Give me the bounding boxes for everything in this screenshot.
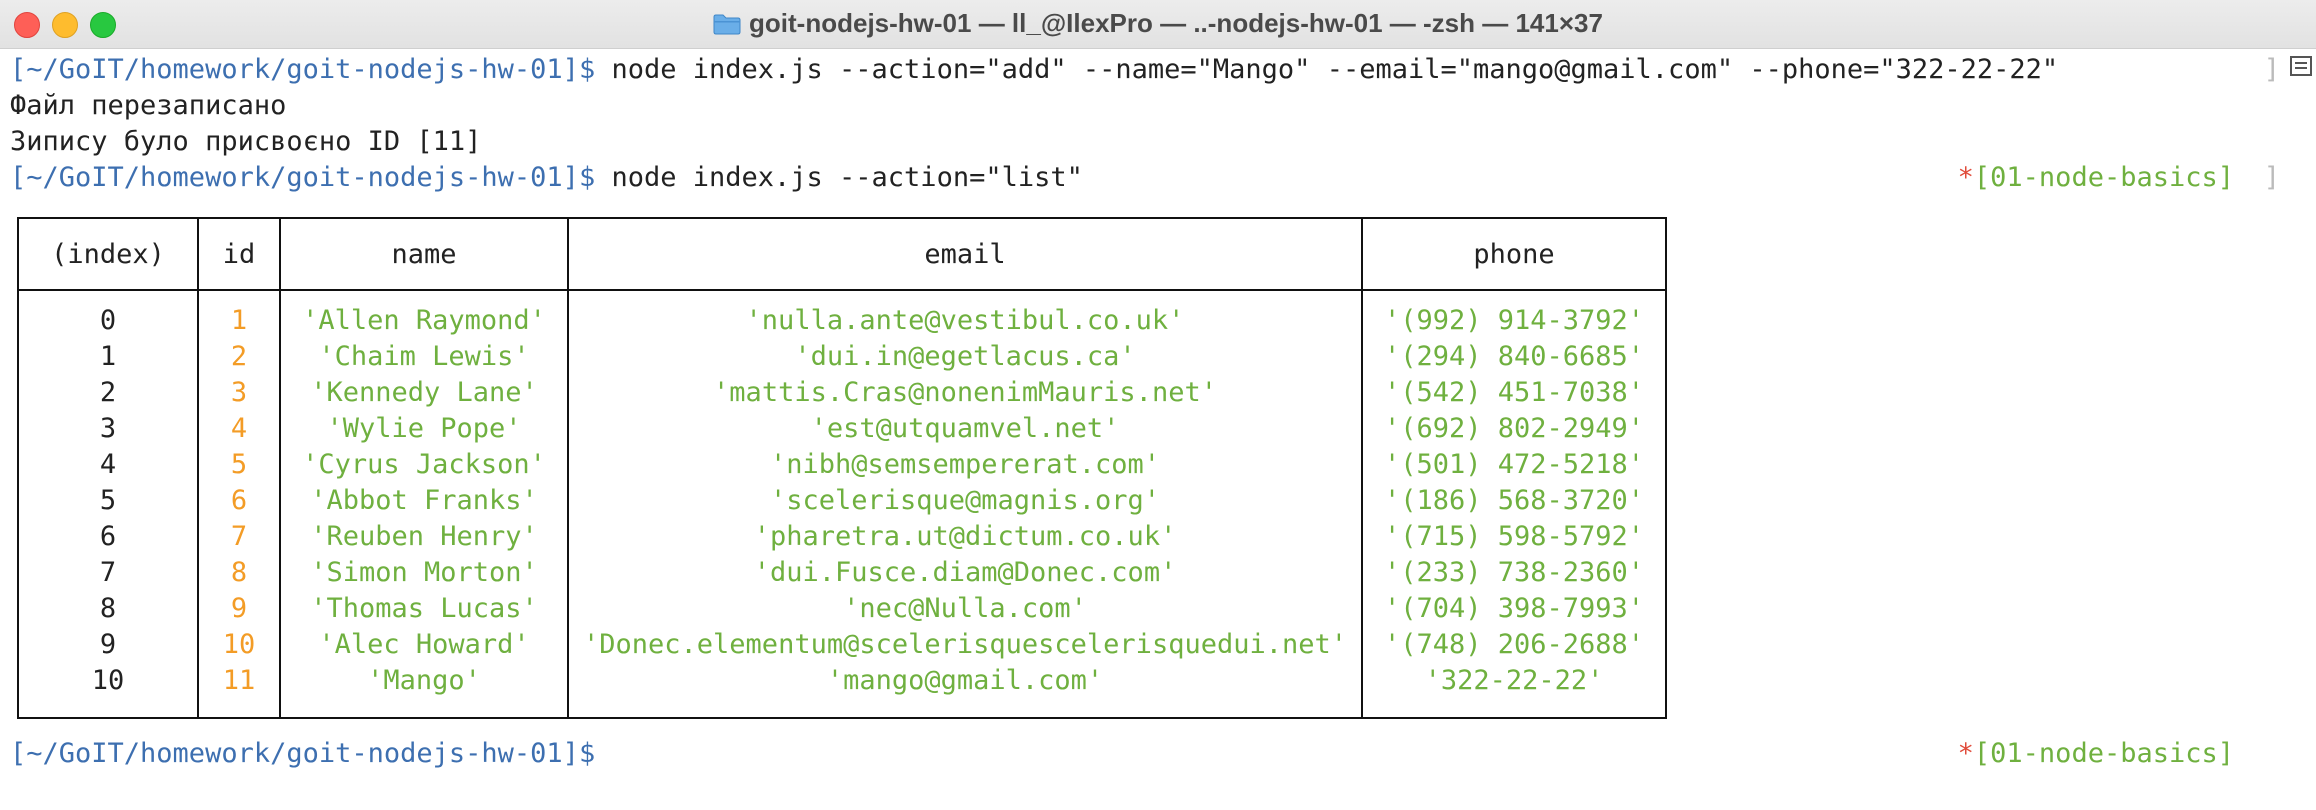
table-row: 5 6 'Abbot Franks''scelerisque@magnis.org'… [17,483,1668,519]
column-header-id: id [197,218,281,291]
terminal-line-command-add: [~/GoIT/homework/goit-nodejs-hw-01]$ nod… [10,52,2058,88]
cell-name: 'Cyrus Jackson' [279,447,569,483]
window-title: goit-nodejs-hw-01 — ll_@IlexPro — ..-nod… [0,8,2316,39]
table-body: 0 1 'Allen Raymond''nulla.ante@vestibul.co… [17,290,1668,718]
cell-id: 2 [197,339,281,375]
column-header-index: (index) [17,218,199,291]
table-row: 1 2 'Chaim Lewis''dui.in@egetlacus.ca' '(29… [17,339,1668,375]
branch-name: [01-node-basics] [1973,738,2234,769]
right-margin-bracket: ] [2263,162,2280,193]
cell-index: 2 [17,375,199,411]
cell-phone: '(501) 472-5218' [1361,447,1668,483]
cell-name: 'Abbot Franks' [279,483,569,519]
cell-phone: '(186) 568-3720' [1361,483,1668,519]
cell-index: 1 [17,339,199,375]
cell-index: 6 [17,519,199,555]
table-row: 6 7 'Reuben Henry''pharetra.ut@dictum.co.u… [17,519,1668,555]
folder-icon [713,14,741,35]
cell-name: 'Kennedy Lane' [279,375,569,411]
cell-id: 9 [197,591,281,627]
terminal-window: goit-nodejs-hw-01 — ll_@IlexPro — ..-nod… [0,0,2316,810]
column-header-phone: phone [1361,218,1668,291]
table-row: 3 4 'Wylie Pope''est@utquamvel.net' '(692) … [17,411,1668,447]
cell-email: 'dui.Fusce.diam@Donec.com' [566,555,1364,591]
cell-id: 11 [197,663,281,718]
cell-name: 'Alec Howard' [279,627,569,663]
git-branch-indicator: *[01-node-basics] [1958,736,2234,772]
column-header-email: email [566,218,1364,291]
branch-name: [01-node-basics] [1973,162,2234,193]
cell-phone: '(704) 398-7993' [1361,591,1668,627]
cell-id: 3 [197,375,281,411]
terminal-line-command-list: [~/GoIT/homework/goit-nodejs-hw-01]$ nod… [10,160,1083,196]
cell-phone: '(992) 914-3792' [1361,290,1668,339]
cell-phone: '322-22-22' [1361,663,1668,718]
cell-name: 'Simon Morton' [279,555,569,591]
cell-email: 'nec@Nulla.com' [566,591,1364,627]
cell-phone: '(542) 451-7038' [1361,375,1668,411]
cell-name: 'Mango' [279,663,569,718]
cell-index: 10 [17,663,199,718]
title-bar[interactable]: goit-nodejs-hw-01 — ll_@IlexPro — ..-nod… [0,0,2316,49]
command-text: node index.js --action="list" [595,162,1083,193]
command-text: node index.js --action="add" --name="Man… [595,54,2059,85]
cell-name: 'Reuben Henry' [279,519,569,555]
cell-index: 5 [17,483,199,519]
cell-email: 'nulla.ante@vestibul.co.uk' [566,290,1364,339]
branch-dirty-marker: * [1957,738,1974,769]
cell-phone: '(294) 840-6685' [1361,339,1668,375]
cell-index: 9 [17,627,199,663]
table-row: 10 11 'Mango''mango@gmail.com' '322-22-22' [17,663,1668,718]
cell-id: 5 [197,447,281,483]
cell-index: 8 [17,591,199,627]
cell-id: 8 [197,555,281,591]
branch-dirty-marker: * [1957,162,1974,193]
cell-email: 'nibh@semsempererat.com' [566,447,1364,483]
table-row: 4 5 'Cyrus Jackson''nibh@semsempererat.com… [17,447,1668,483]
output-line: Файл перезаписано [10,90,287,121]
cell-name: 'Wylie Pope' [279,411,569,447]
cell-email: 'mattis.Cras@nonenimMauris.net' [566,375,1364,411]
cell-email: 'mango@gmail.com' [566,663,1364,718]
table-row: 7 8 'Simon Morton''dui.Fusce.diam@Donec.co… [17,555,1668,591]
cell-id: 4 [197,411,281,447]
table-row: 0 1 'Allen Raymond''nulla.ante@vestibul.co… [17,290,1668,339]
right-margin-bracket: ] [2263,54,2280,85]
cell-email: 'pharetra.ut@dictum.co.uk' [566,519,1364,555]
cell-id: 6 [197,483,281,519]
cell-id: 1 [197,290,281,339]
cell-phone: '(233) 738-2360' [1361,555,1668,591]
cell-phone: '(715) 598-5792' [1361,519,1668,555]
terminal-line-prompt[interactable]: [~/GoIT/homework/goit-nodejs-hw-01]$ [10,736,595,772]
cell-email: 'dui.in@egetlacus.ca' [566,339,1364,375]
console-table: (index) id name email phone 0 1 'Allen Ray… [17,217,1668,719]
cell-phone: '(692) 802-2949' [1361,411,1668,447]
prompt-path: [~/GoIT/homework/goit-nodejs-hw-01]$ [10,162,596,193]
cell-index: 4 [17,447,199,483]
cell-phone: '(748) 206-2688' [1361,627,1668,663]
cell-name: 'Thomas Lucas' [279,591,569,627]
git-branch-indicator: *[01-node-basics] [1958,160,2234,196]
cell-email: 'est@utquamvel.net' [566,411,1364,447]
window-title-text: goit-nodejs-hw-01 — ll_@IlexPro — ..-nod… [749,8,1603,38]
output-line: Зипису було присвоєно ID [11] [10,126,482,157]
cell-id: 7 [197,519,281,555]
cell-email: 'Donec.elementum@scelerisquescelerisqued… [566,627,1364,663]
prompt-path: [~/GoIT/homework/goit-nodejs-hw-01]$ [10,54,596,85]
cell-index: 7 [17,555,199,591]
scroll-marker-icon[interactable] [2290,56,2312,76]
cell-index: 3 [17,411,199,447]
cell-id: 10 [197,627,281,663]
cell-email: 'scelerisque@magnis.org' [566,483,1364,519]
prompt-path: [~/GoIT/homework/goit-nodejs-hw-01]$ [10,738,596,769]
cell-name: 'Chaim Lewis' [279,339,569,375]
table-row: 8 9 'Thomas Lucas''nec@Nulla.com' '(704) 39… [17,591,1668,627]
cell-index: 0 [17,290,199,339]
column-header-name: name [279,218,569,291]
table-row: 9 10 'Alec Howard' 'Donec.elementum@sceleri… [17,627,1668,663]
cell-name: 'Allen Raymond' [279,290,569,339]
table-header-row: (index) id name email phone [17,218,1668,291]
table-row: 2 3 'Kennedy Lane''mattis.Cras@nonenimMaur… [17,375,1668,411]
